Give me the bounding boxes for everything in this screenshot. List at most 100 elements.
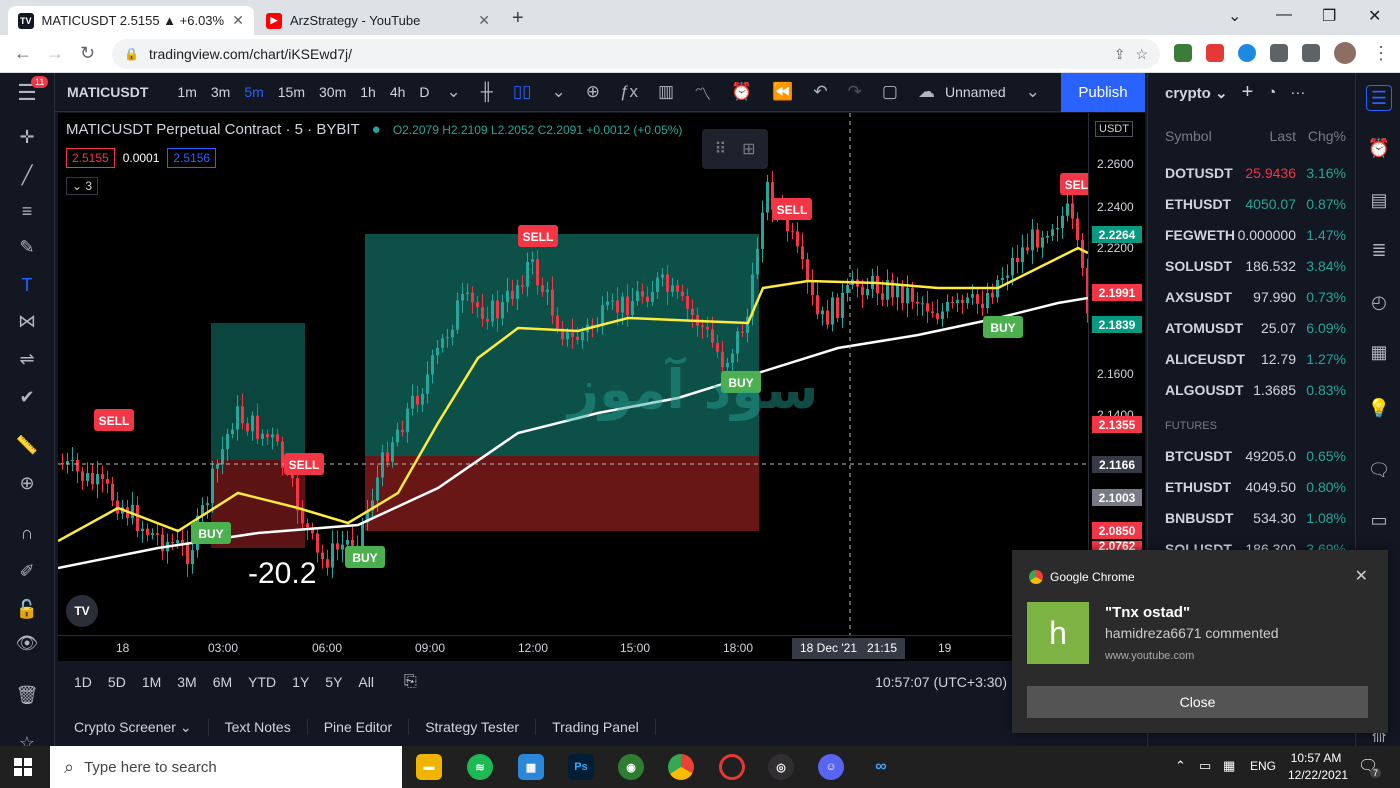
sell-price-button[interactable]: 2.5155: [66, 148, 115, 168]
trash-icon[interactable]: 🗑: [13, 681, 41, 709]
photoshop-icon[interactable]: Ps: [568, 754, 594, 780]
tab-trading-panel[interactable]: Trading Panel: [536, 719, 656, 735]
url-field[interactable]: 🔒 tradingview.com/chart/iKSEwd7j/ ⇪ ☆: [112, 39, 1160, 69]
tab-crypto-screener[interactable]: Crypto Screener ⌄: [58, 718, 209, 736]
alerts-clock-icon[interactable]: ⏰: [1366, 135, 1392, 161]
fullscreen-icon[interactable]: ▢: [882, 82, 898, 102]
time-axis[interactable]: 18 03:00 06:00 09:00 12:00 15:00 18:00 1…: [58, 635, 1145, 661]
pattern-icon[interactable]: ⋈: [13, 307, 41, 335]
minimize-button[interactable]: —: [1276, 6, 1292, 24]
watchlist-row[interactable]: ATOMUSDT 25.07 6.09%: [1148, 312, 1356, 343]
magnet-icon[interactable]: ∩: [13, 519, 41, 547]
hide-icon[interactable]: 👁: [13, 629, 41, 657]
notification-close-icon[interactable]: ✕: [1355, 566, 1368, 586]
calendar-icon[interactable]: ▦: [1366, 339, 1392, 365]
interval-15m[interactable]: 15m: [278, 84, 305, 100]
close-tab-icon[interactable]: ✕: [478, 12, 490, 29]
tab-search-icon[interactable]: ⌄: [1228, 6, 1241, 26]
candles-icon[interactable]: ▯▯: [513, 82, 532, 102]
extension-screen-icon[interactable]: [1270, 44, 1288, 62]
column-chg[interactable]: Chg%: [1308, 128, 1346, 144]
column-last[interactable]: Last: [1270, 128, 1296, 144]
messages-icon[interactable]: ▭: [1366, 507, 1392, 533]
cloud-icon[interactable]: ☁: [918, 82, 935, 102]
add-symbol-icon[interactable]: +: [1242, 81, 1254, 104]
watchlist-row[interactable]: ETHUSDT 4050.07 0.87%: [1148, 188, 1356, 219]
obs-icon[interactable]: ◎: [768, 754, 794, 780]
redo-icon[interactable]: ↷: [848, 82, 862, 102]
interval-1m[interactable]: 1m: [177, 84, 196, 100]
watchlist-name[interactable]: crypto ⌄: [1165, 84, 1228, 102]
ideas-icon[interactable]: 〽: [694, 80, 711, 105]
prediction-icon[interactable]: ⇌: [13, 345, 41, 373]
lock-icon[interactable]: 🔒: [124, 47, 139, 61]
close-tab-icon[interactable]: ✕: [232, 12, 244, 29]
watchlist-row[interactable]: DOTUSDT 25.9436 3.16%: [1148, 157, 1356, 188]
chrome-menu-icon[interactable]: ⋮: [1372, 43, 1390, 64]
layout-grid-icon[interactable]: ⠿ ⊞: [702, 129, 768, 169]
stay-drawing-icon[interactable]: ✐: [13, 557, 41, 585]
ruler-icon[interactable]: 📏: [13, 431, 41, 459]
profile-avatar[interactable]: [1334, 42, 1356, 64]
watchlist-row[interactable]: ALGOUSDT 1.3685 0.83%: [1148, 374, 1356, 405]
interval-5m[interactable]: 5m: [244, 84, 263, 100]
watchlist-icon[interactable]: ☰: [1366, 85, 1392, 111]
chrome-taskbar-icon[interactable]: [668, 754, 694, 780]
chrome-notification[interactable]: Google Chrome ✕ h "Tnx ostad" hamidreza6…: [1012, 550, 1388, 733]
replay-icon[interactable]: ⏪: [772, 82, 793, 102]
indicators-toggle[interactable]: ⌄ 3: [66, 177, 99, 195]
chart-pane[interactable]: SELL SELL SELL SELL SELL BUY BUY BUY BUY…: [58, 113, 1088, 635]
start-windows-icon[interactable]: [14, 758, 32, 776]
system-clock[interactable]: 10:57 AM 12/22/2021: [1288, 750, 1348, 784]
interval-4h[interactable]: 4h: [390, 84, 406, 100]
chart-type-dropdown-icon[interactable]: ⌄: [552, 82, 566, 102]
file-explorer-icon[interactable]: ▬: [416, 754, 442, 780]
tab-strategy-tester[interactable]: Strategy Tester: [409, 719, 537, 735]
infinity-app-icon[interactable]: ∞: [868, 754, 894, 780]
extension-blue-icon[interactable]: [1238, 44, 1256, 62]
goto-date-icon[interactable]: ⎘: [404, 673, 417, 691]
tab-tradingview[interactable]: TV MATICUSDT 2.5155 ▲ +6.03% U ✕: [8, 6, 254, 35]
interval-d[interactable]: D: [419, 84, 429, 100]
extensions-puzzle-icon[interactable]: [1302, 44, 1320, 62]
news-icon[interactable]: ▤: [1366, 187, 1392, 213]
range-3m[interactable]: 3M: [177, 674, 196, 690]
watchlist-row[interactable]: AXSUSDT 97.990 0.73%: [1148, 281, 1356, 312]
trend-line-icon[interactable]: ╱: [13, 161, 41, 189]
hotlist-icon[interactable]: ◴: [1366, 289, 1392, 315]
notification-close-button[interactable]: Close: [1027, 686, 1368, 718]
bar-style-icon[interactable]: ╫: [481, 82, 493, 102]
watchlist-row[interactable]: SOLUSDT 186.532 3.84%: [1148, 250, 1356, 281]
bookmark-star-icon[interactable]: ☆: [1135, 46, 1148, 63]
range-ytd[interactable]: YTD: [248, 674, 276, 690]
range-1d[interactable]: 1D: [74, 674, 92, 690]
zoom-icon[interactable]: ⊕: [13, 469, 41, 497]
templates-icon[interactable]: ▥: [658, 82, 674, 102]
back-icon[interactable]: ←: [14, 43, 32, 64]
indicators-icon[interactable]: ƒx: [620, 82, 638, 102]
interval-3m[interactable]: 3m: [211, 84, 230, 100]
range-all[interactable]: All: [358, 674, 374, 690]
taskbar-search-box[interactable]: ⌕ Type here to search: [50, 746, 402, 788]
symbol-search[interactable]: MATICUSDT: [67, 84, 148, 100]
globe-app-icon[interactable]: ◉: [618, 754, 644, 780]
watchlist-row[interactable]: FEGWETH 0.000000 1.47%: [1148, 219, 1356, 250]
tab-youtube[interactable]: ▶ ArzStrategy - YouTube ✕: [256, 6, 500, 35]
chat-icon[interactable]: 🗨: [1366, 457, 1392, 483]
range-5d[interactable]: 5D: [108, 674, 126, 690]
data-window-icon[interactable]: ≣: [1366, 237, 1392, 263]
interval-dropdown-icon[interactable]: ⌄: [447, 82, 461, 102]
column-symbol[interactable]: Symbol: [1165, 128, 1212, 144]
compare-icon[interactable]: ⊕: [586, 82, 600, 102]
new-tab-button[interactable]: +: [512, 7, 524, 30]
crosshair-icon[interactable]: ✛: [13, 123, 41, 151]
watchlist-row[interactable]: BTCUSDT 49205.0 0.65%: [1148, 440, 1356, 471]
reload-icon[interactable]: ↻: [80, 43, 95, 64]
watchlist-row[interactable]: ALICEUSDT 12.79 1.27%: [1148, 343, 1356, 374]
publish-button[interactable]: Publish: [1061, 73, 1145, 112]
share-icon[interactable]: ⇪: [1114, 46, 1126, 63]
range-1y[interactable]: 1Y: [292, 674, 309, 690]
price-chart[interactable]: SELL SELL SELL SELL SELL BUY BUY BUY BUY…: [58, 113, 1088, 635]
interval-30m[interactable]: 30m: [319, 84, 346, 100]
alert-icon[interactable]: ⏰: [731, 82, 752, 102]
